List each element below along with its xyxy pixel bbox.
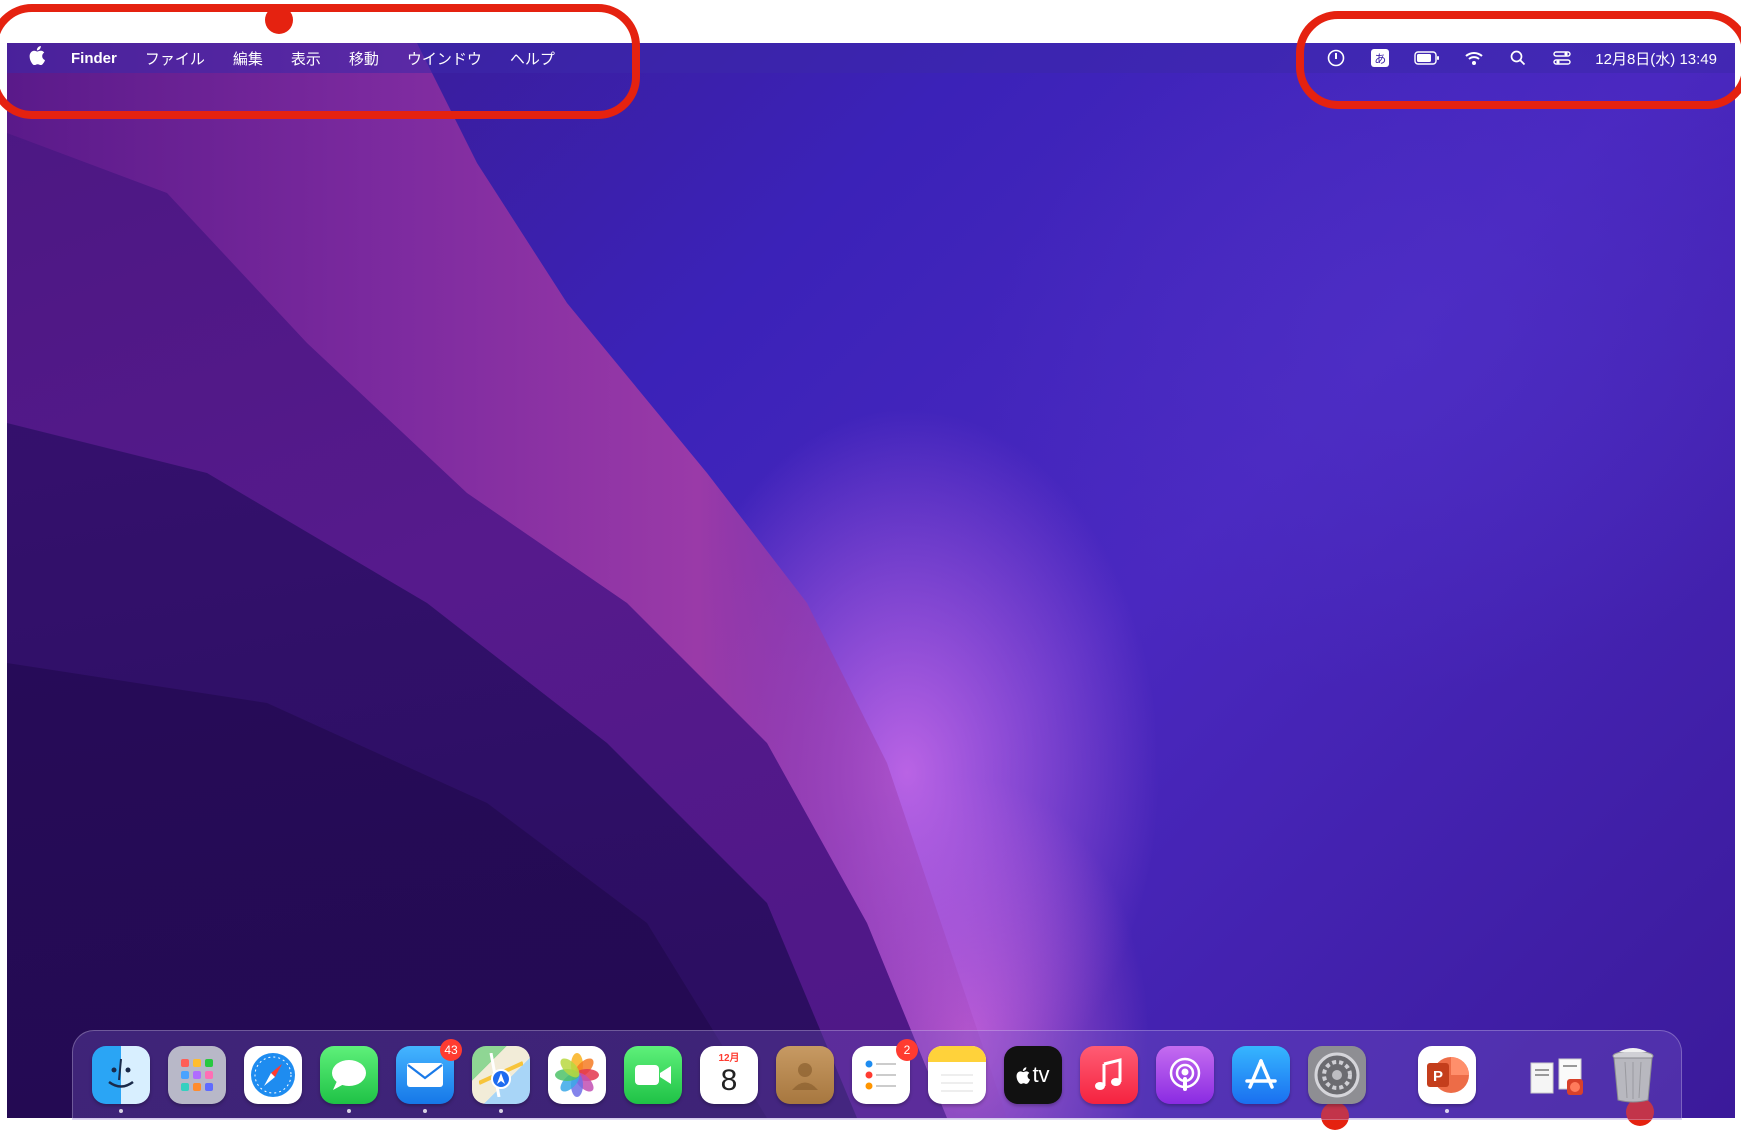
- mail-badge: 43: [440, 1039, 462, 1061]
- powerpoint-letter: P: [1433, 1068, 1443, 1085]
- running-indicator: [119, 1109, 123, 1113]
- finder-icon[interactable]: [92, 1046, 150, 1113]
- maps-icon[interactable]: [472, 1046, 530, 1113]
- running-indicator: [499, 1109, 503, 1113]
- highlight-annotation-left: [0, 4, 640, 119]
- apple-tv-label: tv: [1032, 1062, 1050, 1087]
- reminders-badge: 2: [896, 1039, 918, 1061]
- dock: 43 12月 8 2 tv P: [72, 1030, 1682, 1120]
- running-indicator: [1445, 1109, 1449, 1113]
- notes-header: [928, 1046, 986, 1062]
- powerpoint-icon[interactable]: P: [1418, 1046, 1476, 1113]
- running-indicator: [347, 1109, 351, 1113]
- calendar-icon[interactable]: 12月 8: [700, 1046, 758, 1104]
- system-preferences-icon[interactable]: [1308, 1046, 1366, 1104]
- safari-icon[interactable]: [244, 1046, 302, 1104]
- music-icon[interactable]: [1080, 1046, 1138, 1104]
- highlight-annotation-right: [1296, 11, 1741, 109]
- facetime-icon[interactable]: [624, 1046, 682, 1104]
- annotation-dot: [265, 6, 293, 34]
- mail-icon[interactable]: 43: [396, 1039, 462, 1113]
- apple-tv-icon[interactable]: tv: [1004, 1046, 1062, 1104]
- app-store-icon[interactable]: [1232, 1046, 1290, 1104]
- calendar-day: 8: [720, 1064, 738, 1097]
- notes-icon[interactable]: [928, 1046, 986, 1104]
- calendar-month: 12月: [718, 1053, 740, 1064]
- trash-icon[interactable]: [1604, 1046, 1662, 1104]
- desktop-wallpaper: [7, 43, 1735, 1118]
- contacts-icon[interactable]: [776, 1046, 834, 1104]
- photos-icon[interactable]: [548, 1046, 606, 1104]
- reminders-icon[interactable]: 2: [852, 1039, 918, 1104]
- launchpad-icon[interactable]: [168, 1046, 226, 1104]
- running-indicator: [423, 1109, 427, 1113]
- downloads-stack-icon[interactable]: [1528, 1046, 1586, 1104]
- messages-icon[interactable]: [320, 1046, 378, 1113]
- podcasts-icon[interactable]: [1156, 1046, 1214, 1104]
